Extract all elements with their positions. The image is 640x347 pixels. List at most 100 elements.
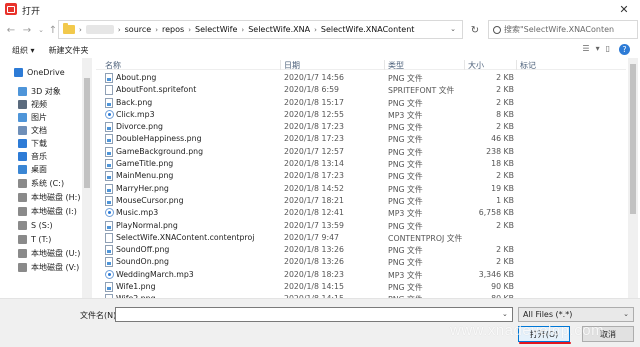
nav-item[interactable]: OneDrive xyxy=(14,66,65,78)
file-row[interactable]: AboutFont.spritefont 2020/1/8 6:59 SPRITEF… xyxy=(96,84,626,96)
file-type: PNG 文件 xyxy=(388,135,423,145)
nav-item[interactable]: 图片 xyxy=(18,111,47,123)
forward-arrow-icon[interactable]: → xyxy=(20,22,34,38)
address-bar[interactable]: › › source › repos › SelectWife › Select… xyxy=(58,20,463,39)
desktop-icon xyxy=(18,164,27,174)
address-dropdown-icon[interactable]: ⌄ xyxy=(448,22,458,36)
file-name: SoundOff.png xyxy=(116,245,170,255)
filename-dropdown-icon[interactable]: ⌄ xyxy=(502,310,508,318)
image-file-icon xyxy=(105,134,113,145)
audio-file-icon xyxy=(105,208,114,218)
file-row[interactable]: SoundOff.png 2020/1/8 13:26 PNG 文件 2 KB xyxy=(96,244,626,256)
view-mode-icon[interactable]: ☰ xyxy=(582,44,589,53)
window-title: 打开 xyxy=(22,7,41,17)
breadcrumb-item[interactable]: SelectWife.XNAContent xyxy=(321,25,415,34)
nav-item[interactable]: 文档 xyxy=(18,124,47,136)
file-type: PNG 文件 xyxy=(388,258,423,268)
nav-item[interactable]: 本地磁盘 (I:) xyxy=(18,205,77,217)
file-row[interactable]: GameBackground.png 2020/1/7 12:57 PNG 文件 23… xyxy=(96,146,626,158)
file-row[interactable]: SoundOn.png 2020/1/8 13:26 PNG 文件 2 KB xyxy=(96,256,626,268)
file-date: 2020/1/7 12:57 xyxy=(284,146,344,156)
help-icon[interactable]: ? xyxy=(619,44,630,55)
file-date: 2020/1/8 12:55 xyxy=(284,109,344,119)
file-size: 90 KB xyxy=(491,282,514,292)
view-dropdown-icon[interactable]: ▾ xyxy=(596,44,600,53)
nav-item[interactable]: 系统 (C:) xyxy=(18,177,64,189)
file-list-scroll-thumb[interactable] xyxy=(630,64,636,214)
file-name: Back.png xyxy=(116,97,153,107)
filename-input[interactable] xyxy=(115,307,513,322)
column-name[interactable]: 名称 xyxy=(102,60,121,70)
nav-item-label: OneDrive xyxy=(27,67,65,77)
file-size: 2 KB xyxy=(496,245,514,255)
chevron-right-icon: › xyxy=(188,25,192,34)
file-type: PNG 文件 xyxy=(388,184,423,194)
file-row[interactable]: Back.png 2020/1/8 15:17 PNG 文件 2 KB xyxy=(96,97,626,109)
image-file-icon xyxy=(105,73,113,83)
file-size: 6,758 KB xyxy=(478,208,514,218)
file-row[interactable]: About.png 2020/1/7 14:56 PNG 文件 2 KB xyxy=(96,72,626,84)
file-date: 2020/1/8 18:23 xyxy=(284,269,344,279)
breadcrumb-item[interactable]: repos xyxy=(162,25,184,34)
file-row[interactable]: GameTitle.png 2020/1/8 13:14 PNG 文件 18 KB xyxy=(96,158,626,170)
nav-item-label: 本地磁盘 (V:) xyxy=(31,262,80,272)
file-list-scrollbar[interactable] xyxy=(628,58,638,298)
refresh-icon[interactable]: ↻ xyxy=(467,22,483,38)
nav-item[interactable]: T (T:) xyxy=(18,233,51,245)
file-row[interactable]: Music.mp3 2020/1/8 12:41 MP3 文件 6,758 KB xyxy=(96,207,626,219)
file-row[interactable]: PlayNormal.png 2020/1/7 13:59 PNG 文件 2 KB xyxy=(96,220,626,232)
file-name: DoubleHappiness.png xyxy=(116,134,202,144)
file-type: MP3 文件 xyxy=(388,110,423,120)
nav-item-label: 系统 (C:) xyxy=(31,178,65,188)
nav-item[interactable]: 3D 对象 xyxy=(18,85,61,97)
nav-item[interactable]: 下载 xyxy=(18,137,47,149)
file-size: 2 KB xyxy=(496,85,514,95)
file-row[interactable]: MainMenu.png 2020/1/8 17:23 PNG 文件 2 KB xyxy=(96,170,626,182)
file-type-select[interactable]: All Files (*.*) ⌄ xyxy=(518,307,634,322)
column-date[interactable]: 日期 xyxy=(280,60,300,70)
search-input[interactable]: 搜索"SelectWife.XNAConten xyxy=(488,20,638,39)
nav-scrollbar[interactable] xyxy=(82,58,92,298)
nav-item[interactable]: 本地磁盘 (V:) xyxy=(18,261,79,273)
back-arrow-icon[interactable]: ← xyxy=(4,22,18,38)
nav-item-label: T (T:) xyxy=(31,234,52,244)
nav-item[interactable]: 桌面 xyxy=(18,163,47,175)
music-icon xyxy=(18,151,27,161)
new-folder-button[interactable]: 新建文件夹 xyxy=(49,45,89,56)
nav-item[interactable]: 本地磁盘 (U:) xyxy=(18,247,80,259)
nav-item[interactable]: S (S:) xyxy=(18,219,53,231)
file-row[interactable]: MouseCursor.png 2020/1/7 18:21 PNG 文件 1 KB xyxy=(96,195,626,207)
file-date: 2020/1/8 14:15 xyxy=(284,282,344,292)
nav-item[interactable]: 本地磁盘 (H:) xyxy=(18,191,81,203)
column-size[interactable]: 大小 xyxy=(464,60,484,70)
download-icon xyxy=(18,138,27,148)
file-row[interactable]: Wife1.png 2020/1/8 14:15 PNG 文件 90 KB xyxy=(96,281,626,293)
file-row[interactable]: WeddingMarch.mp3 2020/1/8 18:23 MP3 文件 3,34… xyxy=(96,269,626,281)
nav-scroll-thumb[interactable] xyxy=(84,78,90,188)
breadcrumb-item[interactable]: source xyxy=(125,25,152,34)
file-type: MP3 文件 xyxy=(388,209,423,219)
file-type: PNG 文件 xyxy=(388,196,423,206)
file-row[interactable]: Divorce.png 2020/1/8 17:23 PNG 文件 2 KB xyxy=(96,121,626,133)
file-type: PNG 文件 xyxy=(388,221,423,231)
file-type: PNG 文件 xyxy=(388,160,423,170)
preview-pane-icon[interactable]: ▯ xyxy=(606,44,610,53)
file-row[interactable]: DoubleHappiness.png 2020/1/8 17:23 PNG 文件 4… xyxy=(96,133,626,145)
nav-item[interactable]: 音乐 xyxy=(18,150,47,162)
document-icon xyxy=(18,125,27,135)
filename-label: 文件名(N): xyxy=(80,311,119,320)
nav-item[interactable]: 视频 xyxy=(18,98,47,110)
file-name: MainMenu.png xyxy=(116,171,174,181)
chevron-right-icon: › xyxy=(241,25,245,34)
file-row[interactable]: Click.mp3 2020/1/8 12:55 MP3 文件 8 KB xyxy=(96,109,626,121)
file-row[interactable]: SelectWife.XNAContent.contentproj 2020/1/… xyxy=(96,232,626,244)
cloud-icon xyxy=(14,67,23,77)
breadcrumb-item[interactable]: SelectWife xyxy=(195,25,237,34)
file-row[interactable]: MarryHer.png 2020/1/8 14:52 PNG 文件 19 KB xyxy=(96,183,626,195)
app-icon xyxy=(5,3,17,15)
organize-button[interactable]: 组织 ▾ xyxy=(12,45,35,56)
breadcrumb-item[interactable]: SelectWife.XNA xyxy=(248,25,310,34)
column-tags[interactable]: 标记 xyxy=(516,60,536,70)
close-button[interactable]: ✕ xyxy=(608,0,640,18)
column-type[interactable]: 类型 xyxy=(384,60,404,70)
